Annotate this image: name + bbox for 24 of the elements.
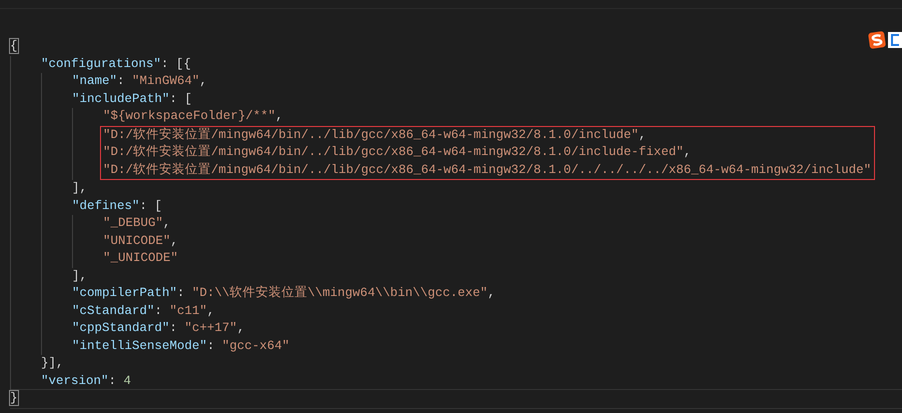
code-line: "name": "MinGW64", <box>72 73 208 90</box>
code-line: "version": 4 <box>41 372 132 390</box>
current-code-line: } <box>10 389 902 408</box>
code-line: ], <box>72 180 88 197</box>
code-line: "intelliSenseMode": "gcc-x64" <box>72 338 290 354</box>
code-line: "D:/软件安装位置/mingw64/bin/../lib/gcc/x86_64-w64-mingw32/8.1.0/include", <box>103 126 648 144</box>
code-line: "defines": [ <box>72 198 162 214</box>
ime-logo-icon <box>867 30 887 50</box>
code-line: { <box>10 38 18 55</box>
code-line: "D:/软件安装位置/mingw64/bin/../lib/gcc/x86_64-w64-mingw32/8.1.0/include-fixed", <box>103 144 692 161</box>
ime-toolbar[interactable] <box>867 30 902 50</box>
code-line: "cStandard": "c11", <box>72 302 215 320</box>
code-line: "includePath": [ <box>72 90 192 108</box>
code-line: "_DEBUG", <box>103 215 171 232</box>
code-line: "configurations": [{ <box>41 56 192 72</box>
code-line: "_UNICODE" <box>103 250 178 267</box>
code-line: "D:/软件安装位置/mingw64/bin/../lib/gcc/x86_64-w64-mingw32/8.1.0/../../../../x86_64-w64-mingw32/include" <box>103 162 872 178</box>
code-line: "compilerPath": "D:\\软件安装位置\\mingw64\\bin\\gcc.exe", <box>72 285 496 302</box>
code-line: "UNICODE", <box>103 232 178 250</box>
code-line: ], <box>72 268 88 284</box>
bracket-icon <box>891 34 899 46</box>
code-line: "cppStandard": "c++17", <box>72 320 245 337</box>
code-line: }], <box>41 355 64 372</box>
code-line: "${workspaceFolder}/**", <box>103 108 284 125</box>
